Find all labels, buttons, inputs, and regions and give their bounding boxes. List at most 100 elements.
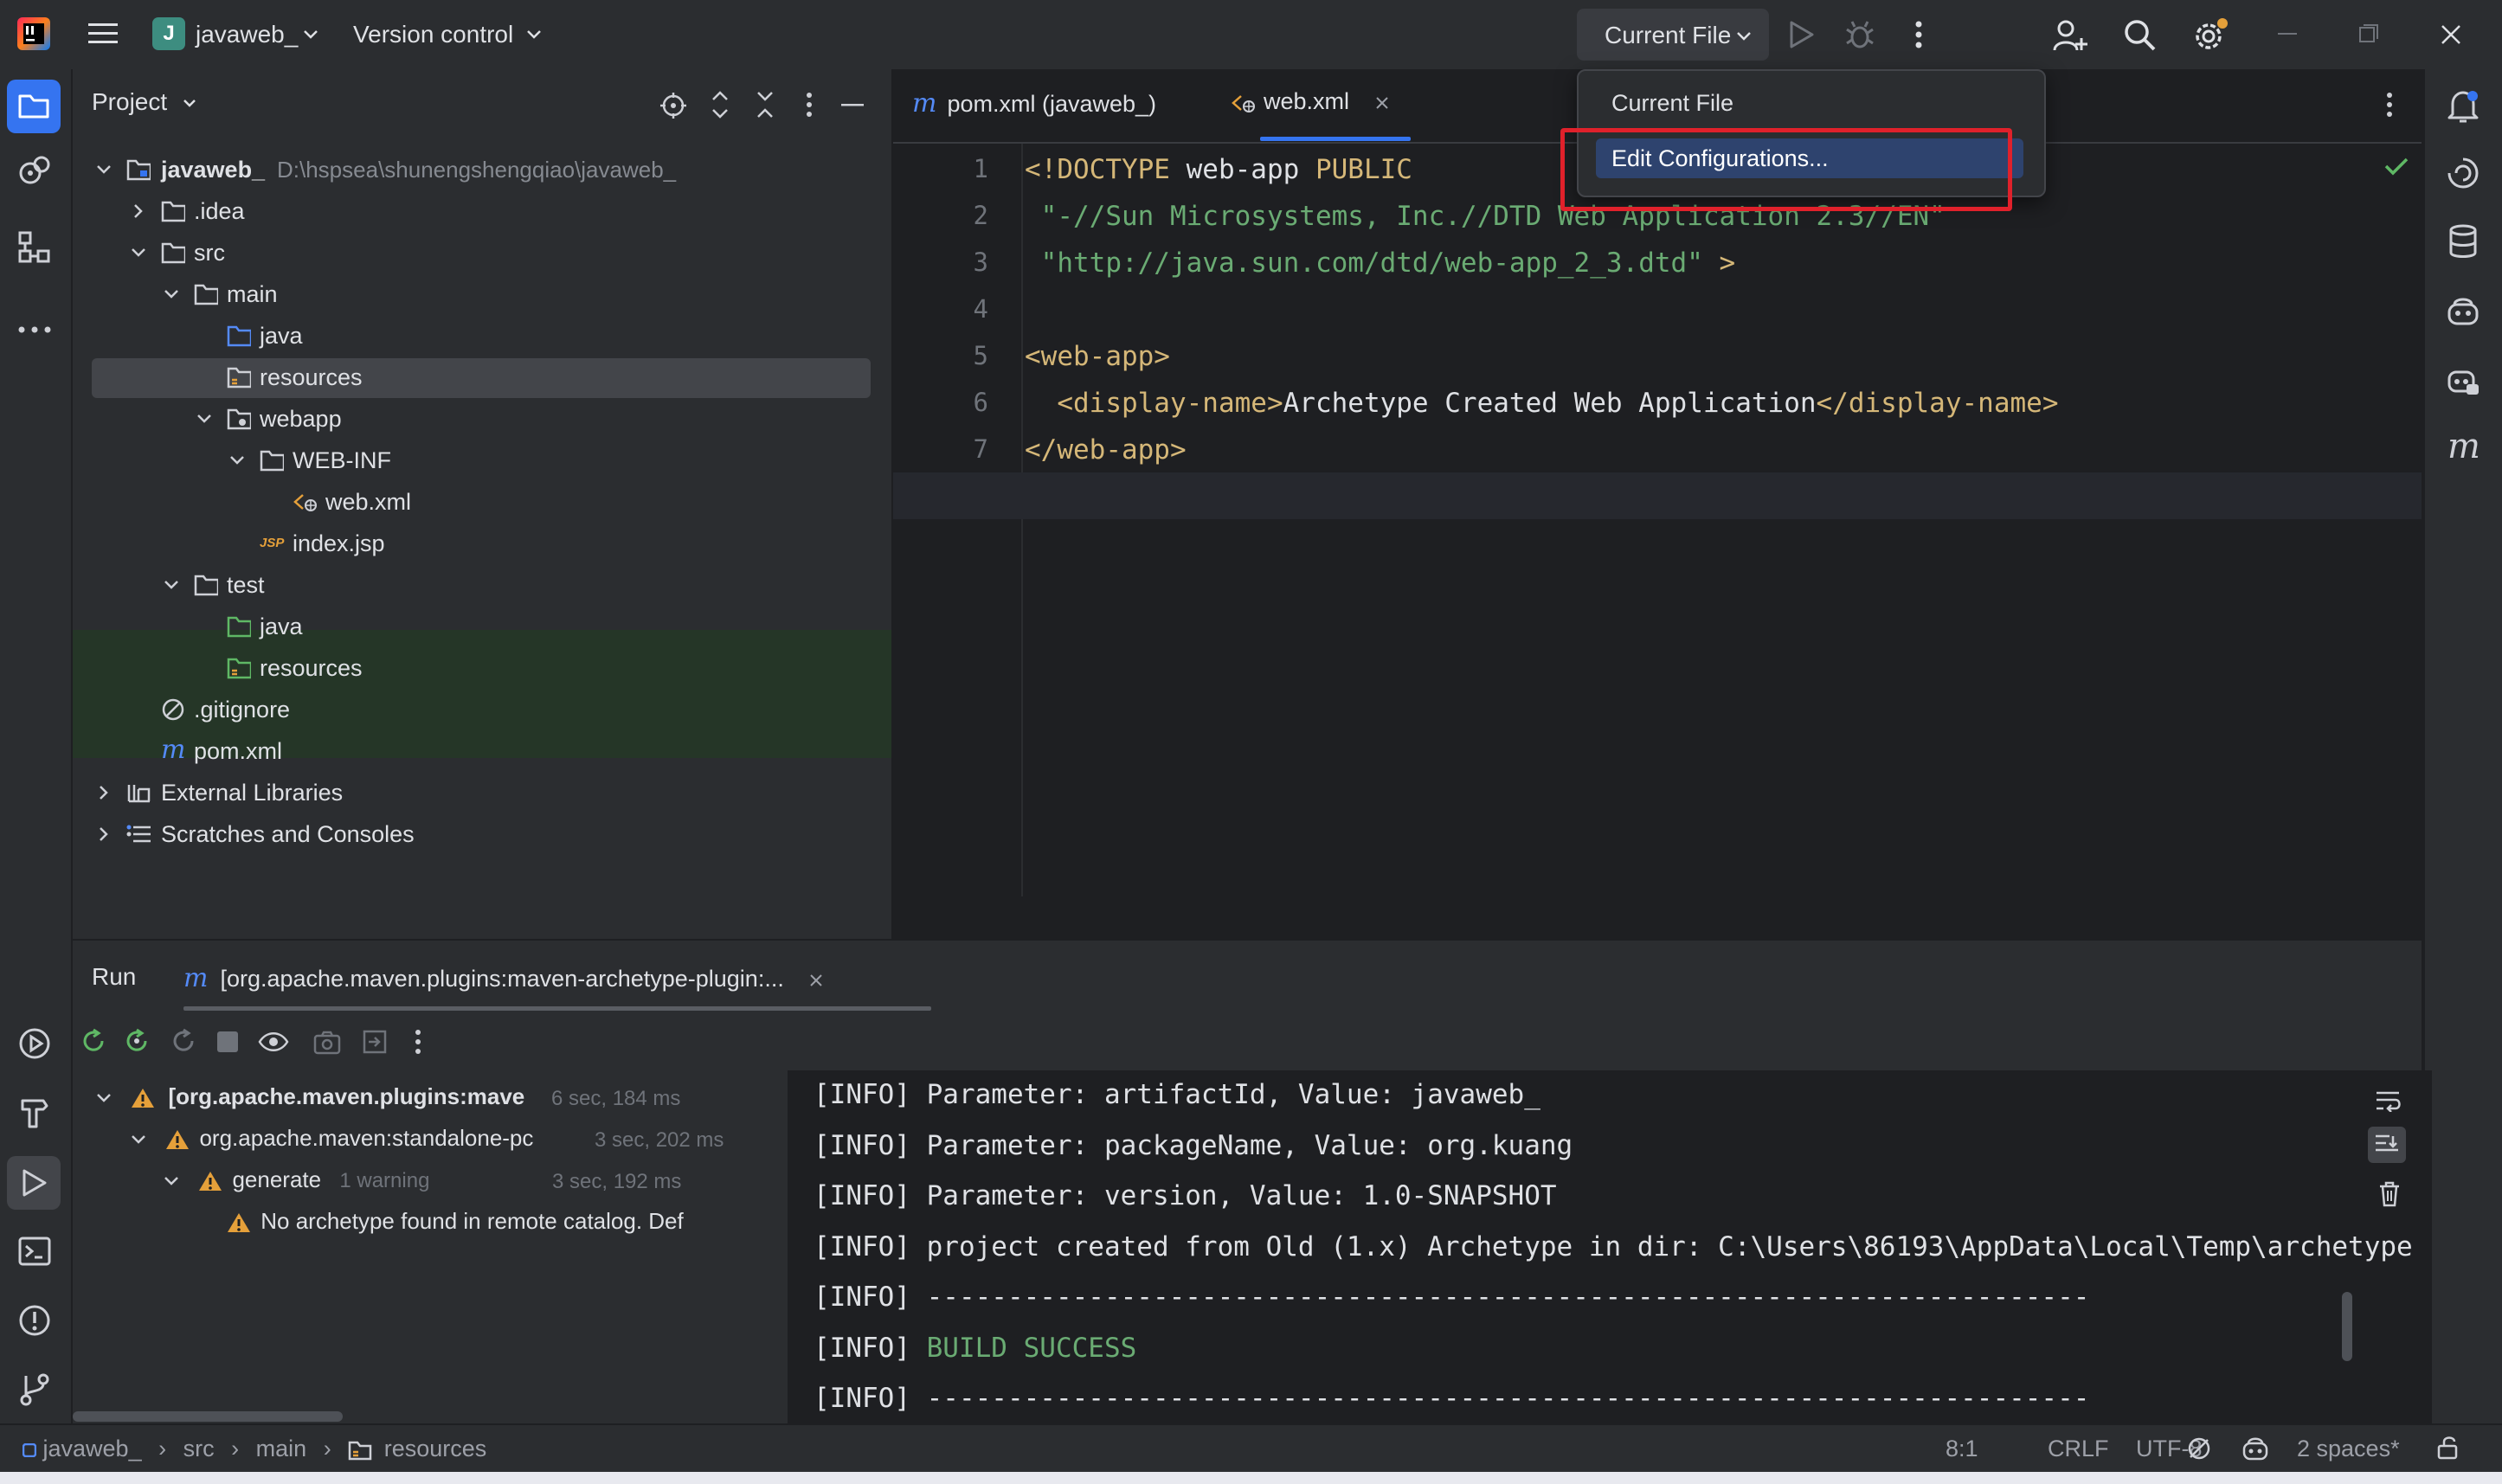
debug-icon[interactable]: [1845, 19, 1875, 50]
tree-item-main[interactable]: main: [73, 273, 891, 315]
console-output[interactable]: [INFO] Parameter: artifactId, Value: jav…: [788, 1070, 2432, 1425]
tree-item-external-libraries[interactable]: External Libraries: [73, 772, 891, 813]
project-tool-button[interactable]: [7, 80, 61, 133]
run-tree-item-generate[interactable]: generate 1 warning: [163, 1166, 429, 1193]
tree-item-src[interactable]: src: [73, 232, 891, 273]
tab-options-icon[interactable]: [2385, 92, 2394, 118]
intellij-logo-icon[interactable]: [17, 17, 50, 50]
tree-item-label: index.jsp: [293, 530, 385, 556]
breadcrumb-item[interactable]: src: [183, 1436, 215, 1462]
tree-item-main-java[interactable]: java: [73, 315, 891, 357]
breadcrumb-item[interactable]: resources: [384, 1436, 487, 1462]
more-actions-icon[interactable]: [414, 1029, 422, 1055]
inspections-off-icon[interactable]: [2186, 1436, 2212, 1462]
search-icon[interactable]: [2124, 19, 2157, 52]
tree-item-gitignore[interactable]: .gitignore: [73, 689, 891, 730]
rerun-failed-icon[interactable]: [123, 1027, 151, 1055]
copilot-chat-icon[interactable]: [2446, 363, 2480, 398]
breadcrumb-separator-icon: ›: [231, 1436, 240, 1462]
close-tab-icon[interactable]: [809, 973, 823, 987]
copilot-icon[interactable]: [2446, 294, 2480, 329]
vcs-widget[interactable]: Version control: [353, 19, 552, 54]
run-tree-item-warning[interactable]: No archetype found in remote catalog. De…: [227, 1208, 684, 1235]
tree-item-pom-xml[interactable]: m pom.xml: [73, 730, 891, 772]
soft-wrap-icon[interactable]: [2375, 1089, 2401, 1112]
tree-item-main-resources[interactable]: resources: [73, 357, 891, 398]
tree-item-idea[interactable]: .idea: [73, 190, 891, 232]
terminal-icon[interactable]: [17, 1234, 52, 1269]
tree-item-test[interactable]: test: [73, 564, 891, 606]
caret-position[interactable]: 8:1: [1946, 1436, 1978, 1462]
test-source-folder-icon: [227, 616, 251, 638]
warning-icon: [132, 1089, 155, 1108]
scroll-to-end-button[interactable]: [2368, 1127, 2406, 1163]
stop-icon[interactable]: [216, 1031, 239, 1053]
hide-panel-icon[interactable]: [841, 104, 864, 107]
main-menu-icon[interactable]: [88, 21, 118, 47]
build-hammer-icon[interactable]: [17, 1095, 52, 1130]
tab-pom-xml[interactable]: m pom.xml (javaweb_): [912, 88, 1156, 123]
tree-item-webapp[interactable]: webapp: [73, 398, 891, 440]
options-icon[interactable]: [805, 92, 814, 118]
services-icon[interactable]: [17, 154, 52, 189]
notifications-icon[interactable]: [2446, 88, 2480, 125]
tree-item-web-xml[interactable]: web.xml: [73, 481, 891, 523]
camera-icon[interactable]: [313, 1031, 341, 1055]
breadcrumb: javaweb_ › src › main › resources: [23, 1436, 486, 1462]
tree-item-web-inf[interactable]: WEB-INF: [73, 440, 891, 481]
run-tool-button[interactable]: [7, 1156, 61, 1210]
close-window-icon[interactable]: [2441, 24, 2461, 45]
console-scrollbar[interactable]: [2342, 1292, 2352, 1361]
project-widget[interactable]: J javaweb_: [152, 17, 325, 52]
no-problems-check-icon[interactable]: [2383, 156, 2409, 177]
run-tree-scrollbar[interactable]: [73, 1411, 343, 1422]
tree-item-test-resources[interactable]: resources: [73, 647, 891, 689]
minimize-icon[interactable]: [2278, 33, 2297, 36]
more-actions-icon[interactable]: [1914, 21, 1923, 48]
run-icon[interactable]: [1788, 21, 1814, 48]
rerun-icon[interactable]: [80, 1027, 107, 1055]
tree-item-scratches[interactable]: Scratches and Consoles: [73, 813, 891, 855]
collapse-all-icon[interactable]: [755, 90, 775, 119]
breadcrumb-item[interactable]: javaweb_: [43, 1436, 142, 1462]
xml-file-icon: [293, 494, 317, 511]
read-only-lock-icon[interactable]: [2437, 1436, 2460, 1460]
run-tree-item-root[interactable]: [org.apache.maven.plugins:mave: [95, 1083, 524, 1110]
copilot-status-icon[interactable]: [2242, 1436, 2269, 1462]
chevron-down-icon: [164, 290, 178, 299]
restore-icon[interactable]: [2359, 24, 2378, 43]
expand-all-icon[interactable]: [710, 90, 730, 119]
code-editor[interactable]: 12345678 <!DOCTYPE web-app PUBLIC "-//Su…: [893, 144, 2422, 896]
export-icon[interactable]: [362, 1029, 388, 1055]
add-user-icon[interactable]: [2053, 19, 2087, 52]
dropdown-item-current-file[interactable]: Current File: [1592, 80, 2029, 125]
database-icon[interactable]: [2447, 223, 2479, 260]
show-ignored-icon[interactable]: [258, 1031, 289, 1053]
maven-icon[interactable]: m: [2447, 429, 2482, 464]
tree-item-label: web.xml: [325, 489, 412, 515]
clear-all-icon[interactable]: [2378, 1181, 2401, 1207]
indent-setting[interactable]: 2 spaces*: [2297, 1436, 2400, 1462]
project-panel-header[interactable]: Project: [92, 88, 196, 116]
tab-web-xml[interactable]: web.xml: [1231, 88, 1389, 123]
breadcrumb-item[interactable]: main: [256, 1436, 307, 1462]
git-branch-icon[interactable]: [17, 1372, 52, 1407]
ai-assistant-icon[interactable]: [2446, 156, 2480, 190]
toggle-auto-rerun-icon[interactable]: [170, 1027, 197, 1055]
locate-file-icon[interactable]: [659, 92, 687, 119]
tree-item-root[interactable]: javaweb_ D:\hspsea\shunengshengqiao\java…: [73, 149, 891, 190]
run-config-selector[interactable]: Current File: [1577, 9, 1769, 61]
run-tab[interactable]: m [org.apache.maven.plugins:maven-archety…: [183, 963, 823, 993]
settings-icon[interactable]: [2191, 17, 2229, 54]
services-run-icon[interactable]: [17, 1026, 52, 1061]
line-separator[interactable]: CRLF: [2048, 1436, 2109, 1462]
structure-icon[interactable]: [17, 230, 52, 265]
more-tools-icon[interactable]: [17, 325, 52, 334]
tree-item-test-java[interactable]: java: [73, 606, 891, 647]
run-tree-item-project[interactable]: org.apache.maven:standalone-pc: [130, 1125, 533, 1152]
close-tab-icon[interactable]: [1375, 96, 1389, 110]
problems-icon[interactable]: [17, 1303, 52, 1338]
code-lines: <!DOCTYPE web-app PUBLIC "-//Sun Microsy…: [893, 144, 2422, 896]
warning-icon: [199, 1172, 222, 1192]
tree-item-index-jsp[interactable]: JSP index.jsp: [73, 523, 891, 564]
